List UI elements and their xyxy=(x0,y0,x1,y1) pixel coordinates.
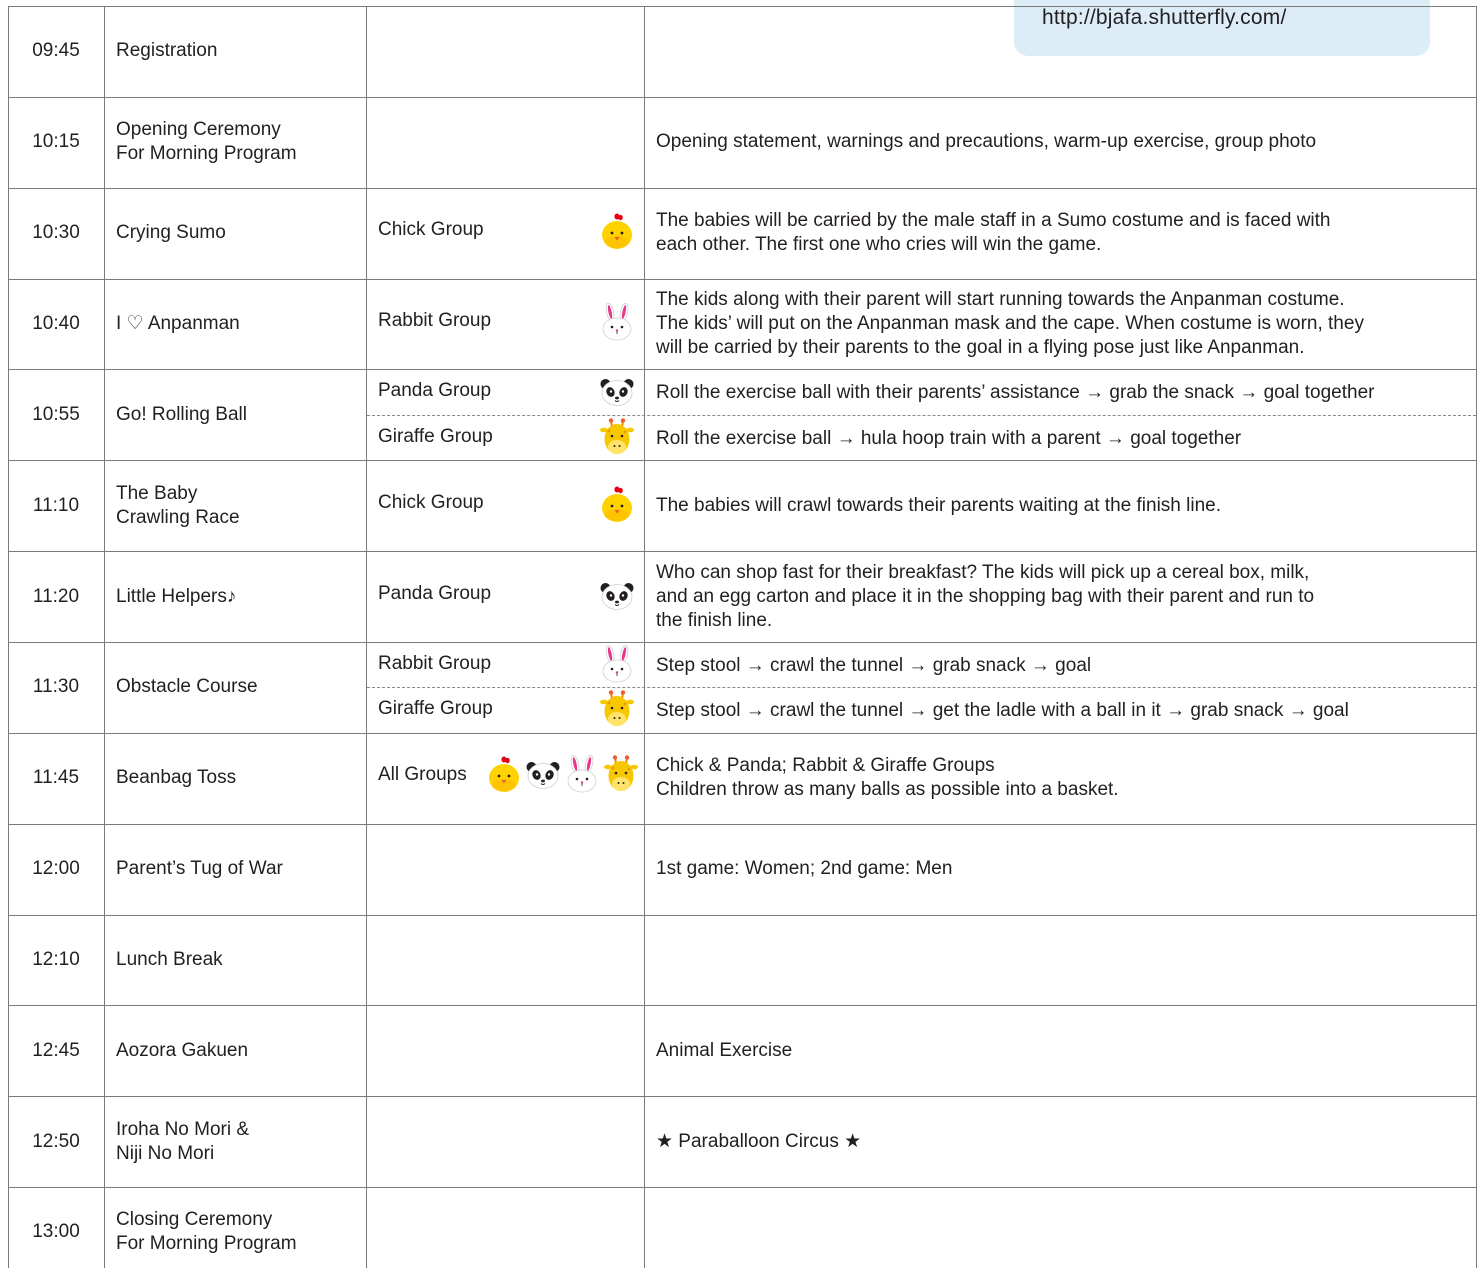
event-details: The babies will crawl towards their pare… xyxy=(656,494,1221,516)
group-label: Rabbit Group xyxy=(378,309,492,331)
event-details: Step stool → crawl the tunnel → get the … xyxy=(656,700,1349,722)
event-name: Crying Sumo xyxy=(116,222,226,244)
row-divider xyxy=(8,642,1477,643)
event-details: and an egg carton and place it in the sh… xyxy=(656,585,1315,607)
chick-icon xyxy=(487,755,521,793)
event-details: Roll the exercise ball → hula hoop train… xyxy=(656,427,1242,449)
event-details: The babies will be carried by the male s… xyxy=(656,210,1331,232)
chick-icon xyxy=(600,485,634,523)
row-divider xyxy=(8,1187,1477,1188)
column-divider xyxy=(644,6,645,1268)
schedule-time: 10:30 xyxy=(32,222,80,244)
group-label: Giraffe Group xyxy=(378,698,493,720)
schedule-time: 12:50 xyxy=(32,1130,80,1152)
row-divider xyxy=(8,369,1477,370)
event-details: Animal Exercise xyxy=(656,1039,793,1061)
row-divider xyxy=(8,97,1477,98)
event-details: each other. The first one who cries will… xyxy=(656,234,1102,256)
event-name: Crawling Race xyxy=(116,506,240,528)
event-name: I ♡ Anpanman xyxy=(116,312,240,334)
row-divider xyxy=(8,6,1477,7)
event-details: The kids along with their parent will st… xyxy=(656,288,1345,310)
schedule-time: 10:15 xyxy=(32,131,80,153)
row-divider xyxy=(8,1005,1477,1006)
event-details: The kids’ will put on the Anpanman mask … xyxy=(656,312,1364,334)
schedule-time: 13:00 xyxy=(32,1221,80,1243)
rabbit-icon xyxy=(600,302,634,341)
row-divider xyxy=(8,733,1477,734)
row-divider xyxy=(8,1096,1477,1097)
group-label: Rabbit Group xyxy=(378,652,492,674)
schedule-time: 11:45 xyxy=(32,767,80,789)
subrow-divider xyxy=(367,415,1476,416)
rabbit-icon xyxy=(600,644,634,683)
event-details: Chick & Panda; Rabbit & Giraffe Groups xyxy=(656,755,995,777)
group-label: Panda Group xyxy=(378,380,492,402)
url-text[interactable]: http://bjafa.shutterfly.com/ xyxy=(1042,6,1287,30)
schedule-time: 12:00 xyxy=(32,858,80,880)
event-name: Lunch Break xyxy=(116,948,223,970)
panda-icon xyxy=(600,372,634,410)
event-details: Opening statement, warnings and precauti… xyxy=(656,131,1317,153)
event-name: Registration xyxy=(116,40,218,62)
group-label: All Groups xyxy=(378,764,467,786)
event-name: For Morning Program xyxy=(116,143,297,165)
schedule-time: 10:55 xyxy=(32,403,80,425)
group-label: Panda Group xyxy=(378,582,492,604)
schedule-time: 11:20 xyxy=(32,585,80,607)
event-details: Children throw as many balls as possible… xyxy=(656,779,1119,801)
column-divider xyxy=(8,6,9,1268)
schedule-time: 11:30 xyxy=(32,676,80,698)
group-label: Chick Group xyxy=(378,219,484,241)
column-divider xyxy=(104,6,105,1268)
row-divider xyxy=(8,551,1477,552)
rabbit-icon xyxy=(565,755,599,793)
panda-icon xyxy=(526,755,560,793)
event-name: Obstacle Course xyxy=(116,676,258,698)
event-details: Step stool → crawl the tunnel → grab sna… xyxy=(656,654,1092,676)
event-name: Niji No Mori xyxy=(116,1142,215,1164)
row-divider xyxy=(8,188,1477,189)
row-divider xyxy=(8,279,1477,280)
event-name: Iroha No Mori & xyxy=(116,1118,250,1140)
event-details: Who can shop fast for their breakfast? T… xyxy=(656,561,1310,583)
column-divider xyxy=(366,6,367,1268)
event-details: will be carried by their parents to the … xyxy=(656,336,1305,358)
row-divider xyxy=(8,460,1477,461)
row-divider xyxy=(8,915,1477,916)
giraffe-icon xyxy=(600,417,634,456)
event-name: Go! Rolling Ball xyxy=(116,403,247,425)
panda-icon xyxy=(600,576,634,614)
schedule-time: 12:10 xyxy=(32,948,80,970)
event-name: Closing Ceremony xyxy=(116,1209,273,1231)
event-details: 1st game: Women; 2nd game: Men xyxy=(656,858,953,880)
subrow-divider xyxy=(367,687,1476,688)
row-divider xyxy=(8,824,1477,825)
schedule-time: 10:40 xyxy=(32,312,80,334)
giraffe-icon xyxy=(604,755,638,793)
schedule-time: 12:45 xyxy=(32,1039,80,1061)
event-name: Aozora Gakuen xyxy=(116,1039,249,1061)
event-details: the finish line. xyxy=(656,609,773,631)
schedule-time: 09:45 xyxy=(32,40,80,62)
event-details: ★ Paraballoon Circus ★ xyxy=(656,1130,862,1152)
event-name: The Baby xyxy=(116,482,198,504)
group-label: Giraffe Group xyxy=(378,425,493,447)
giraffe-icon xyxy=(600,690,634,728)
event-name: Opening Ceremony xyxy=(116,119,281,141)
event-name: Parent’s Tug of War xyxy=(116,858,283,880)
group-label: Chick Group xyxy=(378,491,484,513)
event-name: Little Helpers♪ xyxy=(116,585,237,607)
event-details: Roll the exercise ball with their parent… xyxy=(656,382,1375,404)
schedule-time: 11:10 xyxy=(32,494,80,516)
url-callout: http://bjafa.shutterfly.com/ xyxy=(1014,0,1430,56)
column-divider xyxy=(1476,6,1477,1268)
event-name: Beanbag Toss xyxy=(116,767,237,789)
chick-icon xyxy=(600,212,634,250)
event-name: For Morning Program xyxy=(116,1233,297,1255)
